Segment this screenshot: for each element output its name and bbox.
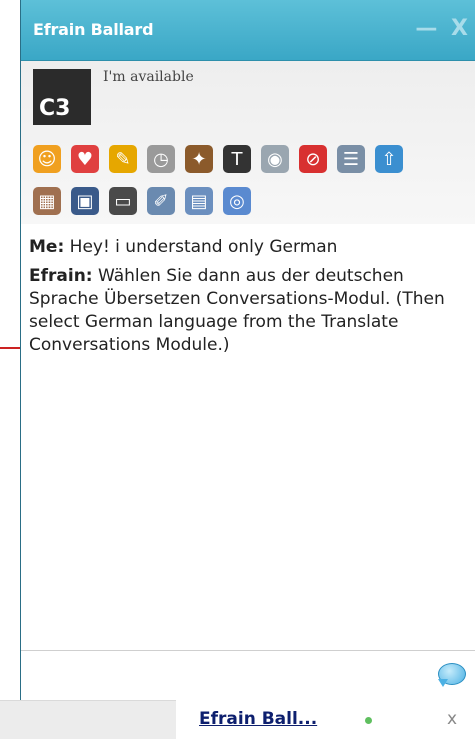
taskbar-tab-label[interactable]: Efrain Ball...	[199, 709, 317, 729]
document-icon[interactable]: ▤	[185, 187, 213, 215]
message-input[interactable]	[21, 650, 475, 699]
list-icon[interactable]: ☰	[337, 145, 365, 173]
taskbar-empty-slot[interactable]	[0, 700, 176, 739]
status-message: I'm available	[103, 69, 194, 85]
broom-icon[interactable]: ✦	[185, 145, 213, 173]
message-sender: Me:	[29, 237, 65, 257]
clock-icon[interactable]: ◷	[147, 145, 175, 173]
close-button[interactable]: X	[451, 16, 468, 41]
toolbar-row-2: ▦ ▣ ▭ ✐ ▤ ◎	[33, 187, 251, 215]
firewall-icon[interactable]: ▦	[33, 187, 61, 215]
minimize-button[interactable]: —	[415, 16, 437, 41]
upload-icon[interactable]: ⇧	[375, 145, 403, 173]
avatar[interactable]: C3	[33, 69, 91, 125]
online-status-icon	[365, 717, 372, 724]
pencil-icon[interactable]: ✎	[109, 145, 137, 173]
window-title: Efrain Ballard	[33, 20, 154, 39]
save-icon[interactable]: ▣	[71, 187, 99, 215]
screen-share-icon[interactable]: ▭	[109, 187, 137, 215]
avatar-text: C3	[39, 96, 71, 121]
video-call-icon[interactable]: ◎	[223, 187, 251, 215]
message-text: Hey! i understand only German	[69, 237, 338, 257]
cards-icon[interactable]: ♥	[71, 145, 99, 173]
title-bar[interactable]: Efrain Ballard — X	[21, 0, 475, 61]
edit-note-icon[interactable]: ✐	[147, 187, 175, 215]
chat-window: Efrain Ballard — X C3 I'm available ☺ ♥ ✎ ◷…	[20, 0, 475, 700]
taskbar-chat-tab[interactable]: Efrain Ball... x	[185, 700, 475, 738]
message-item: Efrain: Wählen Sie dann aus der deutsche…	[21, 265, 475, 357]
window-controls: — X	[409, 16, 468, 41]
taskbar: Efrain Ball... x	[0, 700, 475, 739]
tab-close-button[interactable]: x	[447, 709, 457, 729]
message-item: Me: Hey! i understand only German	[21, 236, 475, 259]
block-icon[interactable]: ⊘	[299, 145, 327, 173]
webcam-icon[interactable]: ◉	[261, 145, 289, 173]
chat-bubble-tail	[438, 679, 448, 687]
emoticon-icon[interactable]: ☺	[33, 145, 61, 173]
message-sender: Efrain:	[29, 266, 93, 286]
text-format-icon[interactable]: T	[223, 145, 251, 173]
profile-panel: C3 I'm available ☺ ♥ ✎ ◷ ✦ T ◉ ⊘ ☰ ⇧ ▦ ▣ ▭ ✐ ▤ ◎	[21, 61, 475, 225]
message-history: Me: Hey! i understand only German Efrain…	[21, 224, 475, 649]
toolbar-row-1: ☺ ♥ ✎ ◷ ✦ T ◉ ⊘ ☰ ⇧	[33, 145, 403, 173]
